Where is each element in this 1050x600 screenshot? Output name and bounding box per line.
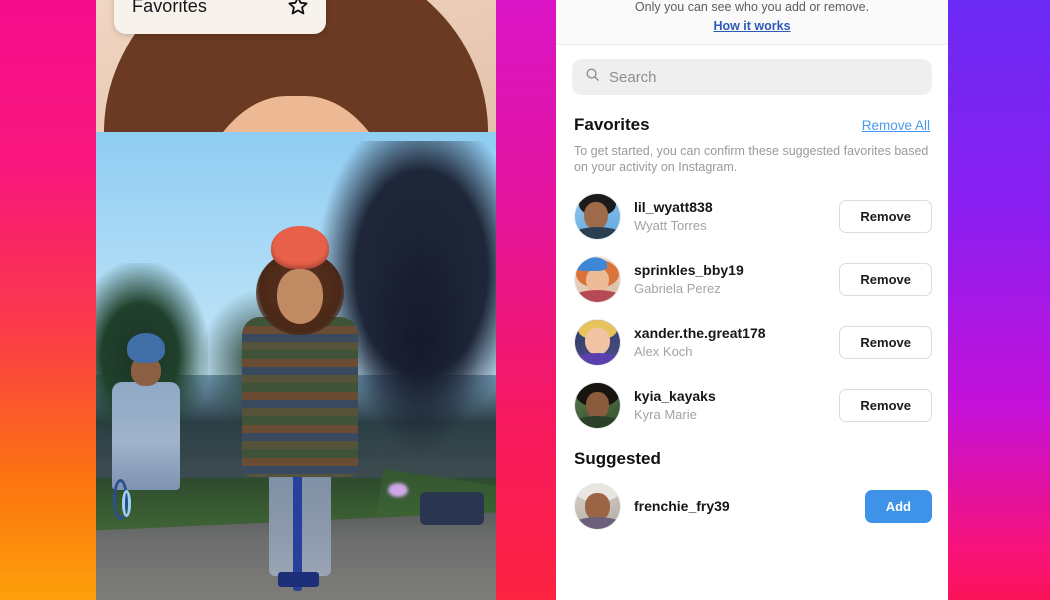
list-item-username: frenchie_fry39 <box>634 497 730 514</box>
avatar[interactable] <box>574 483 621 530</box>
list-item-text: frenchie_fry39 <box>634 498 852 516</box>
list-item-text: sprinkles_bby19 Gabriela Perez <box>634 262 826 297</box>
list-item-fullname: Wyatt Torres <box>634 218 707 233</box>
favorites-description: To get started, you can confirm these su… <box>574 144 929 174</box>
left-phone-screen: Your Story liam_bean... <box>96 0 496 600</box>
right-phone-screen: Only you can see who you add or remove. … <box>556 0 948 600</box>
search-icon <box>585 67 600 87</box>
remove-button[interactable]: Remove <box>839 200 932 233</box>
background-gradient-left <box>0 0 96 600</box>
remove-button[interactable]: Remove <box>839 389 932 422</box>
list-item-text: xander.the.great178 Alex Koch <box>634 325 826 360</box>
list-item[interactable]: frenchie_fry39 Add <box>556 475 948 538</box>
suggested-section-header: Suggested <box>556 437 948 469</box>
list-item[interactable]: xander.the.great178 Alex Koch Remove <box>556 311 948 374</box>
favorites-list: lil_wyatt838 Wyatt Torres Remove sprinkl… <box>556 175 948 437</box>
screenshot-stage: Your Story liam_bean... <box>0 0 1050 600</box>
post-author-avatar[interactable] <box>96 0 496 600</box>
privacy-notice-text: Only you can see who you add or remove. <box>634 0 870 14</box>
search-section: Search <box>556 45 948 101</box>
list-item[interactable]: sprinkles_bby19 Gabriela Perez Remove <box>556 248 948 311</box>
avatar[interactable] <box>574 256 621 303</box>
remove-all-button[interactable]: Remove All <box>862 118 930 133</box>
list-item-username: xander.the.great178 <box>634 325 766 341</box>
post-photo[interactable] <box>96 132 496 600</box>
background-gradient-right <box>948 0 1050 600</box>
favorites-section-header: Favorites Remove All <box>556 101 948 135</box>
search-placeholder: Search <box>609 68 657 86</box>
list-item[interactable]: kyia_kayaks Kyra Marie Remove <box>556 374 948 437</box>
background-gradient-middle <box>496 0 556 600</box>
avatar[interactable] <box>574 319 621 366</box>
suggested-title: Suggested <box>574 449 661 468</box>
list-item-fullname: Kyra Marie <box>634 407 697 422</box>
list-item-fullname: Alex Koch <box>634 344 693 359</box>
suggested-list: frenchie_fry39 Add <box>556 469 948 538</box>
favorites-title: Favorites <box>574 115 650 134</box>
star-outline-icon <box>286 0 310 18</box>
how-it-works-link[interactable]: How it works <box>713 19 790 33</box>
list-item-username: sprinkles_bby19 <box>634 262 744 278</box>
list-item-username: lil_wyatt838 <box>634 199 713 215</box>
avatar[interactable] <box>574 382 621 429</box>
remove-button[interactable]: Remove <box>839 326 932 359</box>
list-item[interactable]: lil_wyatt838 Wyatt Torres Remove <box>556 185 948 248</box>
privacy-notice: Only you can see who you add or remove. … <box>556 0 948 45</box>
list-item-text: lil_wyatt838 Wyatt Torres <box>634 199 826 234</box>
avatar[interactable] <box>574 193 621 240</box>
list-item-text: kyia_kayaks Kyra Marie <box>634 388 826 423</box>
list-item-username: kyia_kayaks <box>634 388 716 404</box>
search-input[interactable]: Search <box>572 59 932 95</box>
remove-button[interactable]: Remove <box>839 263 932 296</box>
favorites-tooltip-label: Favorites <box>132 0 207 16</box>
list-item-fullname: Gabriela Perez <box>634 281 721 296</box>
post-header: jaded_elephant17 <box>96 0 496 600</box>
favorites-tooltip[interactable]: Favorites <box>114 0 326 34</box>
add-button[interactable]: Add <box>864 490 932 523</box>
